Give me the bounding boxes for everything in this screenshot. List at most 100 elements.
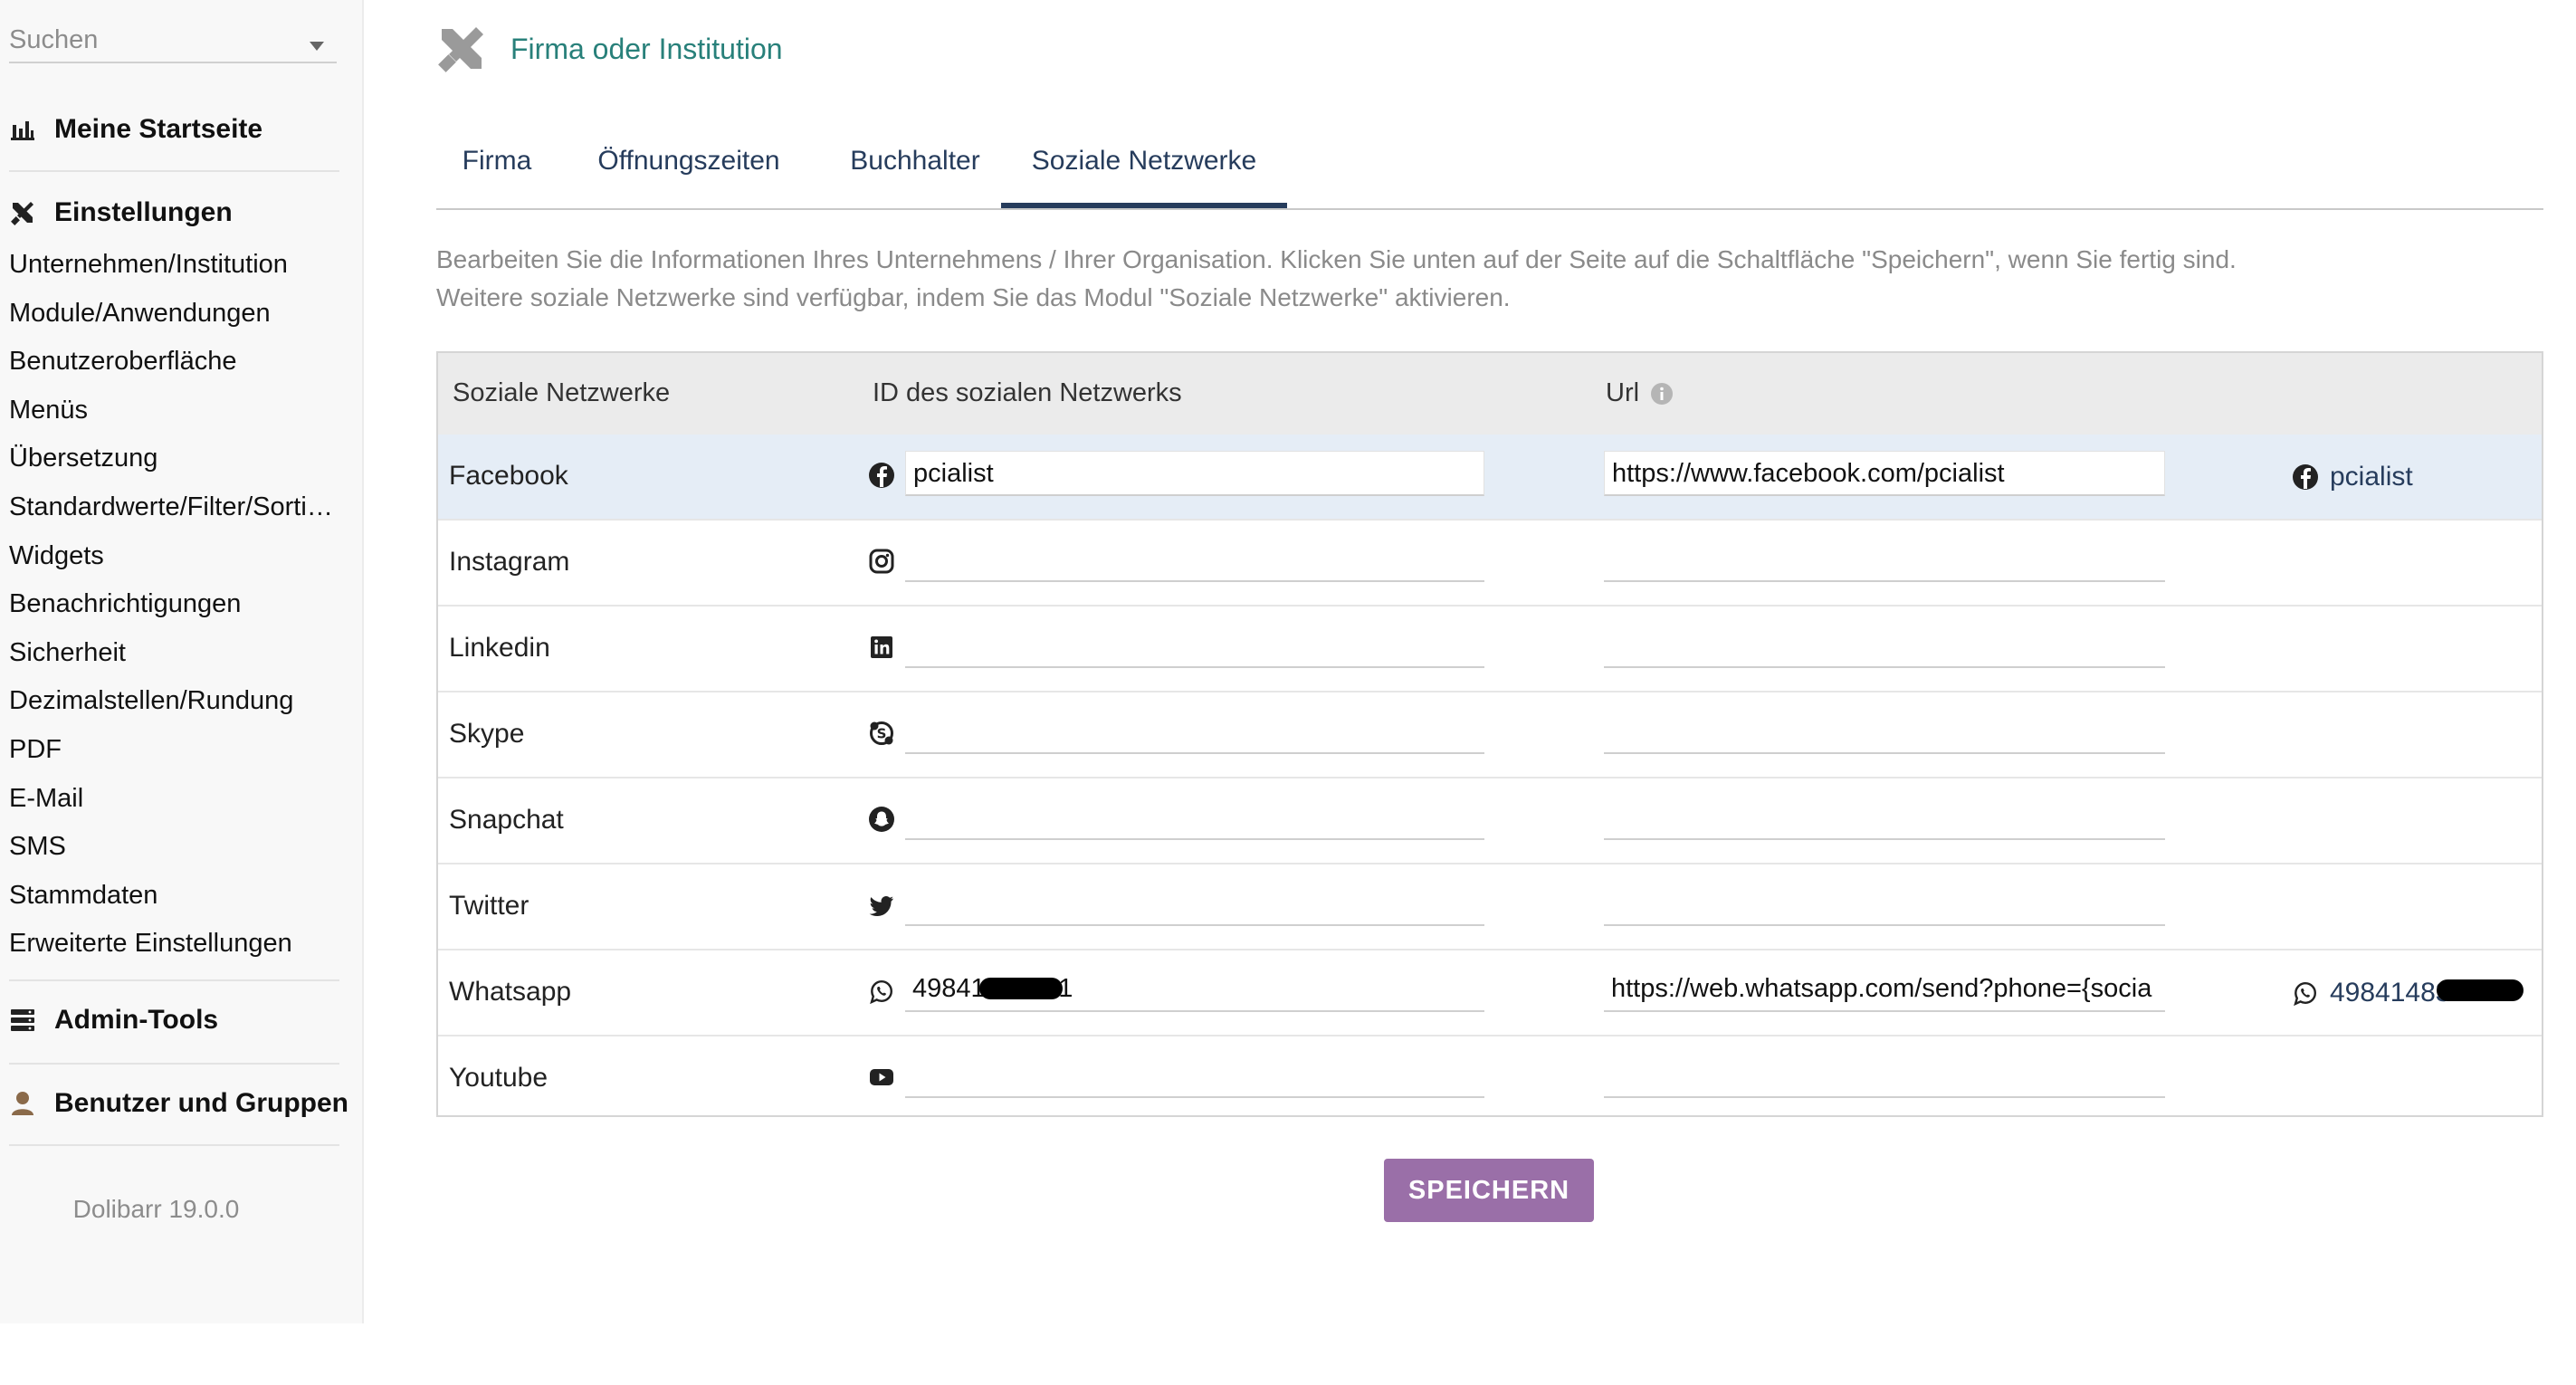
column-header-url: Url (1606, 378, 1674, 408)
sidebar-item-company[interactable]: Unternehmen/Institution (9, 244, 344, 293)
menu-home-label: Meine Startseite (54, 114, 263, 144)
facebook-link-text: pcialist (2330, 462, 2413, 492)
table-row: Skype S (438, 692, 2542, 778)
table-row: Whatsapp 49841483421 https://web.whatsap… (438, 950, 2542, 1036)
divider (9, 1063, 339, 1065)
tab-social-networks[interactable]: Soziale Netzwerke (1001, 130, 1287, 208)
divider (9, 1144, 339, 1146)
sidebar-item-display[interactable]: Benutzeroberfläche (9, 341, 344, 390)
table-row: Facebook pcialist https://www.facebook.c… (438, 435, 2542, 521)
linkedin-id-input[interactable] (905, 623, 1484, 668)
sidebar: Suchen Meine Startseite Einstellungen Un… (0, 0, 364, 1323)
version-label: Dolibarr 19.0.0 (72, 1195, 240, 1223)
redaction-mark (979, 978, 1063, 999)
bar-chart-icon (11, 121, 34, 140)
sidebar-item-translation[interactable]: Übersetzung (9, 438, 344, 487)
network-name: Youtube (449, 1063, 549, 1093)
sidebar-item-email[interactable]: E-Mail (9, 778, 344, 827)
network-name: Facebook (449, 461, 568, 491)
sidebar-item-rounding[interactable]: Dezimalstellen/Rundung (9, 681, 344, 730)
info-icon[interactable] (1650, 382, 1674, 406)
instagram-icon (868, 548, 895, 575)
menu-users-groups[interactable]: Benutzer und Gruppen (9, 1081, 353, 1126)
menu-admin-tools[interactable]: Admin-Tools (9, 998, 353, 1043)
sidebar-item-menus[interactable]: Menüs (9, 390, 344, 439)
menu-settings-label: Einstellungen (54, 197, 233, 227)
menu-home[interactable]: Meine Startseite (9, 107, 353, 152)
save-button[interactable]: SPEICHERN (1384, 1159, 1594, 1222)
sidebar-item-modules[interactable]: Module/Anwendungen (9, 293, 344, 342)
sidebar-item-notifications[interactable]: Benachrichtigungen (9, 584, 344, 633)
tab-accountant[interactable]: Buchhalter (822, 130, 1008, 208)
network-name: Whatsapp (449, 977, 572, 1007)
chevron-down-icon[interactable] (310, 42, 324, 51)
whatsapp-icon (2294, 981, 2317, 1007)
instagram-url-input[interactable] (1604, 537, 2165, 582)
tab-bar: Firma Öffnungszeiten Buchhalter Soziale … (436, 130, 2543, 210)
snapchat-icon (868, 806, 895, 833)
menu-settings[interactable]: Einstellungen (9, 190, 353, 235)
divider (9, 979, 339, 981)
facebook-icon (868, 462, 895, 489)
skype-id-input[interactable] (905, 709, 1484, 754)
network-name: Snapchat (449, 805, 564, 835)
table-row: Youtube (438, 1036, 2542, 1122)
youtube-id-input[interactable] (905, 1053, 1484, 1098)
search-select[interactable]: Suchen (9, 14, 337, 63)
facebook-id-input[interactable]: pcialist (905, 451, 1484, 496)
whatsapp-icon (868, 978, 895, 1005)
search-placeholder: Suchen (9, 25, 99, 54)
sidebar-item-dictionaries[interactable]: Stammdaten (9, 875, 344, 924)
linkedin-icon (868, 634, 895, 661)
network-name: Skype (449, 719, 525, 749)
description-line-2: Weitere soziale Netzwerke sind verfügbar… (436, 283, 1511, 311)
column-header-network: Soziale Netzwerke (453, 378, 671, 407)
snapchat-url-input[interactable] (1604, 795, 2165, 840)
facebook-icon (2293, 464, 2318, 490)
page-title: Firma oder Institution (510, 32, 783, 65)
settings-submenu: Unternehmen/Institution Module/Anwendung… (9, 244, 344, 972)
sidebar-item-defaults[interactable]: Standardwerte/Filter/Sortierung (9, 487, 344, 536)
whatsapp-url-input[interactable]: https://web.whatsapp.com/send?phone={soc… (1604, 967, 2165, 1012)
page-header: Firma oder Institution (436, 22, 783, 76)
redaction-mark (2437, 979, 2524, 1001)
user-icon (12, 1092, 33, 1115)
twitter-url-input[interactable] (1604, 881, 2165, 926)
menu-admin-tools-label: Admin-Tools (54, 1005, 219, 1035)
tab-company[interactable]: Firma (436, 130, 558, 208)
description-line-1: Bearbeiten Sie die Informationen Ihres U… (436, 245, 2237, 273)
sidebar-item-sms[interactable]: SMS (9, 826, 344, 875)
facebook-link-preview[interactable]: pcialist (2292, 462, 2413, 492)
instagram-id-input[interactable] (905, 537, 1484, 582)
facebook-url-input[interactable]: https://www.facebook.com/pcialist (1604, 451, 2165, 496)
table-row: Linkedin (438, 607, 2542, 692)
network-name: Twitter (449, 891, 530, 921)
sidebar-item-security[interactable]: Sicherheit (9, 633, 344, 682)
tools-icon (11, 202, 33, 225)
page-description: Bearbeiten Sie die Informationen Ihres U… (436, 241, 2237, 317)
youtube-icon (868, 1064, 895, 1091)
table-row: Snapchat (438, 778, 2542, 864)
twitter-id-input[interactable] (905, 881, 1484, 926)
svg-text:S: S (877, 726, 887, 742)
menu-users-groups-label: Benutzer und Gruppen (54, 1088, 348, 1118)
column-header-id: ID des sozialen Netzwerks (873, 378, 1182, 407)
tools-icon (438, 27, 483, 72)
skype-url-input[interactable] (1604, 709, 2165, 754)
table-row: Twitter (438, 864, 2542, 950)
snapchat-id-input[interactable] (905, 795, 1484, 840)
table-header: Soziale Netzwerke ID des sozialen Netzwe… (438, 353, 2542, 436)
sidebar-item-pdf[interactable]: PDF (9, 730, 344, 778)
sidebar-item-advanced[interactable]: Erweiterte Einstellungen (9, 923, 344, 972)
twitter-icon (868, 892, 895, 919)
server-icon (11, 1009, 34, 1031)
linkedin-url-input[interactable] (1604, 623, 2165, 668)
divider (9, 170, 339, 172)
network-name: Linkedin (449, 633, 550, 663)
youtube-url-input[interactable] (1604, 1053, 2165, 1098)
social-networks-table: Soziale Netzwerke ID des sozialen Netzwe… (436, 351, 2543, 1117)
tab-opening-hours[interactable]: Öffnungszeiten (574, 130, 804, 208)
table-row: Instagram (438, 521, 2542, 607)
sidebar-item-widgets[interactable]: Widgets (9, 536, 344, 585)
skype-icon: S (868, 720, 895, 747)
